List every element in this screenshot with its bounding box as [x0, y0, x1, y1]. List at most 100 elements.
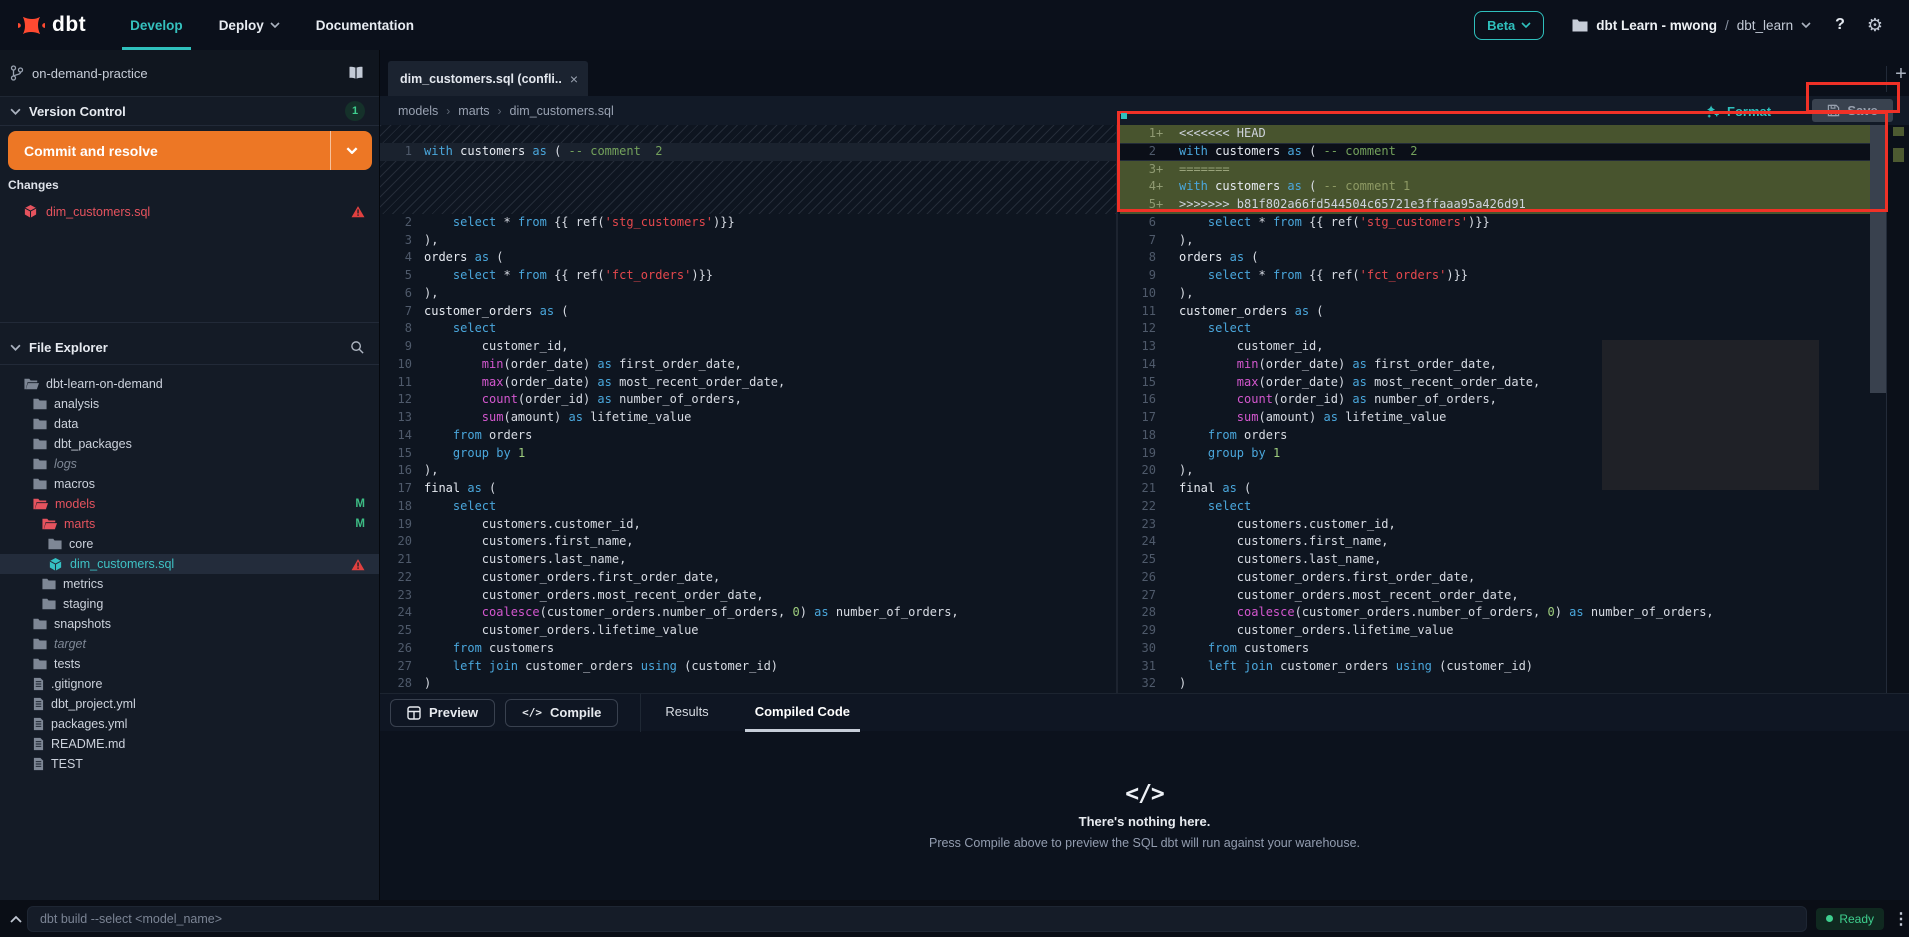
dbt-logo[interactable]: dbt	[18, 12, 86, 39]
tree-item-dbt-packages[interactable]: dbt_packages	[0, 434, 379, 454]
code-line-26[interactable]: 26 from customers	[380, 640, 1116, 658]
new-tab-icon[interactable]: +	[1891, 64, 1909, 84]
code-line-18[interactable]: 18 select	[380, 498, 1116, 516]
tree-item-metrics[interactable]: metrics	[0, 574, 379, 594]
branch-row[interactable]: on-demand-practice	[0, 50, 379, 97]
tree-item-dim-customers-sql[interactable]: dim_customers.sql	[0, 554, 379, 574]
code-line-8[interactable]: 8orders as (	[1120, 249, 1870, 267]
tree-item-data[interactable]: data	[0, 414, 379, 434]
tree-item-marts[interactable]: martsM	[0, 514, 379, 534]
code-line-22[interactable]: 22 customer_orders.first_order_date,	[380, 569, 1116, 587]
nav-tab-develop[interactable]: Develop	[120, 0, 193, 50]
tree-item-macros[interactable]: macros	[0, 474, 379, 494]
nav-tab-documentation[interactable]: Documentation	[306, 0, 424, 50]
tree-item-dbt-project-yml[interactable]: dbt_project.yml	[0, 694, 379, 714]
code-line-31[interactable]: 31 left join customer_orders using (cust…	[1120, 658, 1870, 676]
code-line-24[interactable]: 24 customers.first_name,	[1120, 533, 1870, 551]
changed-file-row[interactable]: dim_customers.sql	[0, 201, 379, 222]
code-line-9[interactable]: 9 customer_id,	[380, 338, 1116, 356]
close-icon[interactable]: ×	[570, 71, 578, 87]
tree-item-dbt-learn-on-demand[interactable]: dbt-learn-on-demand	[0, 374, 379, 394]
code-line-32[interactable]: 32)	[1120, 675, 1870, 693]
help-icon[interactable]: ?	[1835, 16, 1845, 34]
tree-item-snapshots[interactable]: snapshots	[0, 614, 379, 634]
code-line-23[interactable]: 23 customer_orders.most_recent_order_dat…	[380, 587, 1116, 605]
code-line-1[interactable]: 1+<<<<<<< HEAD	[1120, 125, 1870, 143]
editor-tab-dim-customers[interactable]: dim_customers.sql (confli... ×	[388, 61, 588, 96]
code-line-28[interactable]: 28)	[380, 675, 1116, 693]
code-line-10[interactable]: 10 min(order_date) as first_order_date,	[380, 356, 1116, 374]
code-line-12[interactable]: 12 count(order_id) as number_of_orders,	[380, 391, 1116, 409]
dbt-command-input[interactable]	[27, 906, 1807, 932]
nav-tab-deploy[interactable]: Deploy	[209, 0, 290, 50]
code-line-12[interactable]: 12 select	[1120, 320, 1870, 338]
code-line-16[interactable]: 16),	[380, 462, 1116, 480]
code-line-7[interactable]: 7customer_orders as (	[380, 303, 1116, 321]
code-line-27[interactable]: 27 customer_orders.most_recent_order_dat…	[1120, 587, 1870, 605]
file-explorer-header[interactable]: File Explorer	[0, 331, 379, 363]
breadcrumb-models[interactable]: models	[398, 104, 438, 118]
code-line-26[interactable]: 26 customer_orders.first_order_date,	[1120, 569, 1870, 587]
version-control-header[interactable]: Version Control 1	[0, 97, 379, 125]
docs-book-icon[interactable]	[347, 66, 365, 80]
code-line-22[interactable]: 22 select	[1120, 498, 1870, 516]
gear-icon[interactable]: ⚙	[1867, 16, 1883, 34]
code-line-3[interactable]: 3),	[380, 232, 1116, 250]
code-line-6[interactable]: 6),	[380, 285, 1116, 303]
tree-item-readme-md[interactable]: README.md	[0, 734, 379, 754]
code-line-11[interactable]: 11 max(order_date) as most_recent_order_…	[380, 374, 1116, 392]
tree-item-target[interactable]: target	[0, 634, 379, 654]
search-icon[interactable]	[350, 340, 365, 355]
code-line-28[interactable]: 28 coalesce(customer_orders.number_of_or…	[1120, 604, 1870, 622]
code-line-3[interactable]: 3+=======	[1120, 161, 1870, 179]
account-project-switcher[interactable]: dbt Learn - mwong / dbt_learn	[1572, 18, 1811, 33]
editor-scrollbar[interactable]	[1870, 125, 1886, 393]
code-line-27[interactable]: 27 left join customer_orders using (cust…	[380, 658, 1116, 676]
code-line-4[interactable]: 4orders as (	[380, 249, 1116, 267]
tree-item-staging[interactable]: staging	[0, 594, 379, 614]
beta-dropdown[interactable]: Beta	[1474, 11, 1544, 40]
breadcrumb-marts[interactable]: marts	[458, 104, 489, 118]
code-line-30[interactable]: 30 from customers	[1120, 640, 1870, 658]
code-line-24[interactable]: 24 coalesce(customer_orders.number_of_or…	[380, 604, 1116, 622]
tree-item-packages-yml[interactable]: packages.yml	[0, 714, 379, 734]
code-line-1[interactable]: 1with customers as ( -- comment 2	[380, 143, 1116, 161]
tree-item--gitignore[interactable]: .gitignore	[0, 674, 379, 694]
code-line-7[interactable]: 7),	[1120, 232, 1870, 250]
tree-item-core[interactable]: core	[0, 534, 379, 554]
commit-options-caret[interactable]	[330, 131, 372, 170]
chevron-up-icon[interactable]	[5, 915, 27, 923]
commit-and-resolve-button[interactable]: Commit and resolve	[8, 131, 372, 170]
code-line-15[interactable]: 15 group by 1	[380, 445, 1116, 463]
format-button[interactable]: Format	[1705, 100, 1771, 122]
code-line-13[interactable]: 13 sum(amount) as lifetime_value	[380, 409, 1116, 427]
code-line-4[interactable]: 4+with customers as ( -- comment 1	[1120, 178, 1870, 196]
tab-results[interactable]: Results	[655, 694, 718, 732]
code-line-6[interactable]: 6 select * from {{ ref('stg_customers')}…	[1120, 214, 1870, 232]
code-line-21[interactable]: 21 customers.last_name,	[380, 551, 1116, 569]
code-line-2[interactable]: 2with customers as ( -- comment 2	[1120, 143, 1870, 161]
code-line-19[interactable]: 19 customers.customer_id,	[380, 516, 1116, 534]
code-line-8[interactable]: 8 select	[380, 320, 1116, 338]
tree-item-models[interactable]: modelsM	[0, 494, 379, 514]
kebab-menu-icon[interactable]: ⋮	[1893, 909, 1909, 929]
code-line-14[interactable]: 14 from orders	[380, 427, 1116, 445]
code-line-20[interactable]: 20 customers.first_name,	[380, 533, 1116, 551]
breadcrumb-file[interactable]: dim_customers.sql	[510, 104, 614, 118]
status-badge[interactable]: Ready	[1816, 908, 1884, 930]
tree-item-tests[interactable]: tests	[0, 654, 379, 674]
code-line-17[interactable]: 17final as (	[380, 480, 1116, 498]
save-button[interactable]: Save	[1812, 99, 1893, 122]
code-line-9[interactable]: 9 select * from {{ ref('fct_orders')}}	[1120, 267, 1870, 285]
tree-item-test[interactable]: TEST	[0, 754, 379, 774]
code-line-10[interactable]: 10),	[1120, 285, 1870, 303]
compile-button[interactable]: </> Compile	[505, 699, 618, 727]
tree-item-logs[interactable]: logs	[0, 454, 379, 474]
tab-compiled-code[interactable]: Compiled Code	[745, 694, 860, 732]
code-line-5[interactable]: 5 select * from {{ ref('fct_orders')}}	[380, 267, 1116, 285]
preview-button[interactable]: Preview	[390, 699, 495, 727]
code-line-29[interactable]: 29 customer_orders.lifetime_value	[1120, 622, 1870, 640]
code-line-11[interactable]: 11customer_orders as (	[1120, 303, 1870, 321]
code-line-25[interactable]: 25 customers.last_name,	[1120, 551, 1870, 569]
code-line-5[interactable]: 5+>>>>>>> b81f802a66fd544504c65721e3ffaa…	[1120, 196, 1870, 214]
